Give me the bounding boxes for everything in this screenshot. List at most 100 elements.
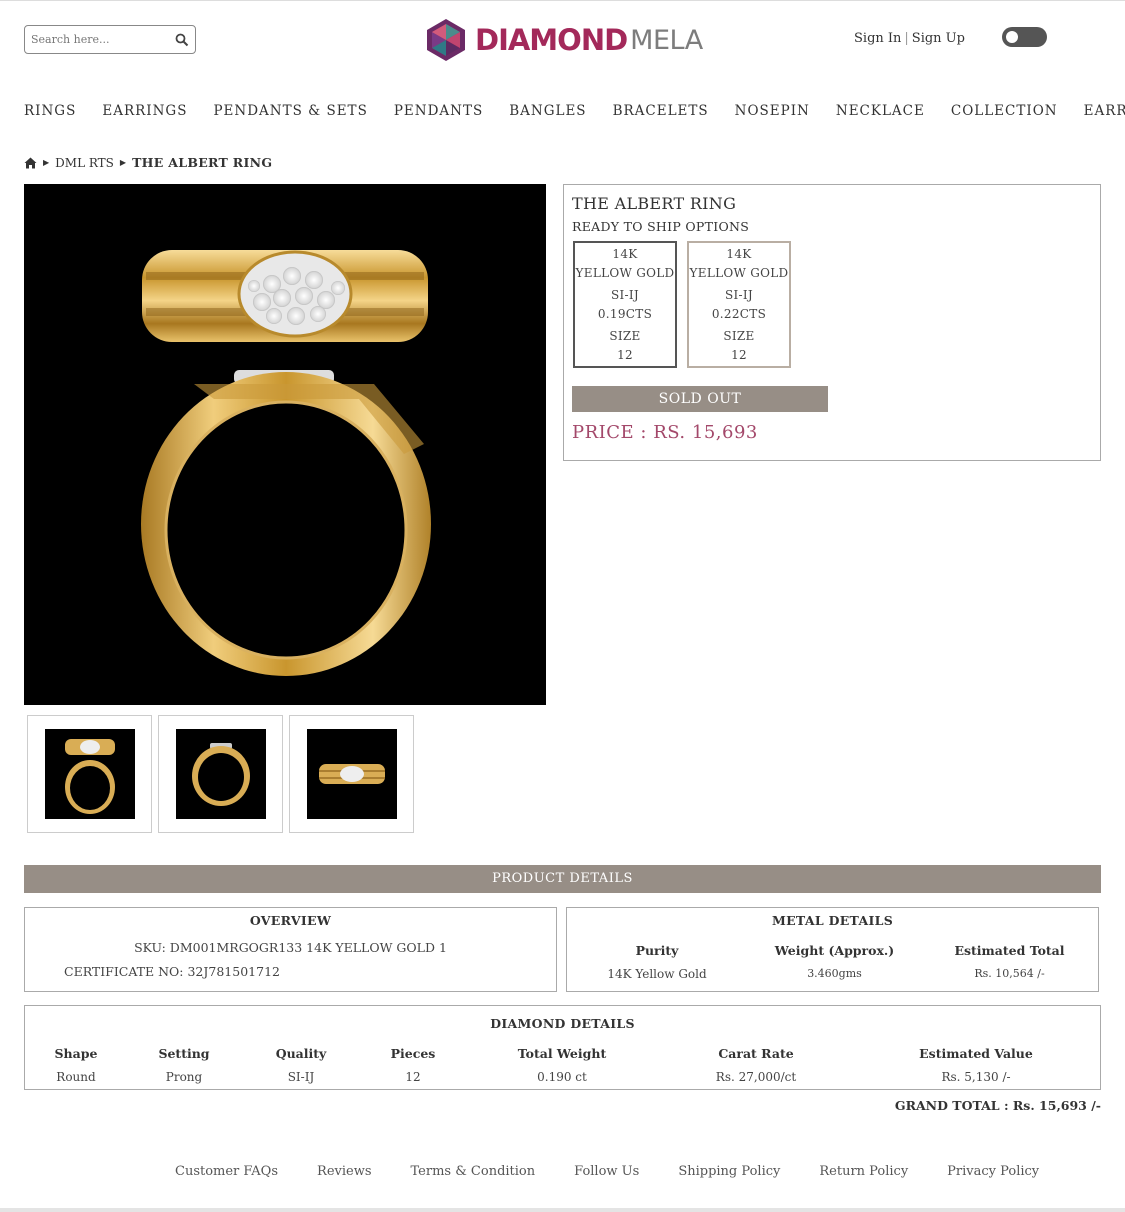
option-karat: 14K	[726, 247, 752, 261]
cell-value: 0.190 ct	[537, 1070, 587, 1084]
nav-item-necklace[interactable]: NECKLACE	[836, 103, 925, 119]
diamond-col-estimated-value: Estimated Value Rs. 5,130 /-	[906, 1046, 1046, 1084]
product-details-header: PRODUCT DETAILS	[24, 865, 1101, 893]
option-size-label: SIZE	[723, 329, 755, 343]
column-header: Weight (Approx.)	[774, 943, 895, 958]
breadcrumb-link-dml-rts[interactable]: DML RTS	[55, 156, 114, 170]
thumbnail-2[interactable]	[158, 715, 283, 833]
diamond-details-panel: DIAMOND DETAILS Shape Round Setting Pron…	[24, 1005, 1101, 1090]
metal-col-weight: Weight (Approx.) 3.460gms	[762, 943, 907, 980]
option-karat: 14K	[612, 247, 638, 261]
footer-link-shipping[interactable]: Shipping Policy	[678, 1164, 780, 1179]
sign-in-link[interactable]: Sign In	[854, 31, 901, 46]
ship-option-1[interactable]: 14K YELLOW GOLD SI-IJ 0.19CTS SIZE 12	[573, 241, 677, 368]
cell-value: Rs. 10,564 /-	[974, 967, 1045, 980]
logo-text-primary: DIAMOND	[475, 23, 628, 57]
diamond-col-pieces: Pieces 12	[373, 1046, 453, 1084]
nav-item-rings[interactable]: RINGS	[24, 103, 76, 119]
thumbnail-image	[307, 729, 397, 819]
ready-to-ship-label: READY TO SHIP OPTIONS	[572, 219, 750, 234]
diamond-col-carat-rate: Carat Rate Rs. 27,000/ct	[691, 1046, 821, 1084]
main-nav: RINGS EARRINGS PENDANTS & SETS PENDANTS …	[24, 103, 1125, 119]
thumbnail-image	[176, 729, 266, 819]
home-icon[interactable]	[24, 157, 37, 169]
search-input[interactable]	[31, 33, 161, 46]
footer-link-return[interactable]: Return Policy	[819, 1164, 908, 1179]
cell-value: Rs. 5,130 /-	[941, 1070, 1011, 1084]
option-quality: SI-IJ	[610, 288, 640, 302]
cell-value: Rs. 27,000/ct	[715, 1070, 797, 1084]
option-carats: 0.19CTS	[597, 307, 653, 321]
toggle-knob	[1006, 31, 1018, 43]
option-size: 12	[731, 348, 747, 362]
nav-item-bangles[interactable]: BANGLES	[509, 103, 586, 119]
thumbnail-1[interactable]	[27, 715, 152, 833]
auth-links: Sign In | Sign Up	[854, 31, 965, 46]
cell-value: 3.460gms	[807, 967, 862, 980]
column-header: Quality	[275, 1046, 327, 1061]
column-header: Purity	[635, 943, 679, 958]
cell-value: Prong	[165, 1070, 203, 1084]
diamond-col-quality: Quality SI-IJ	[261, 1046, 341, 1084]
metal-details-panel: METAL DETAILS Purity 14K Yellow Gold Wei…	[566, 907, 1099, 992]
certificate-number: CERTIFICATE NO: 32J781501712	[64, 964, 280, 979]
cell-value: Round	[56, 1070, 96, 1084]
thumbnail-3[interactable]	[289, 715, 414, 833]
column-header: Shape	[54, 1046, 98, 1061]
footer-link-privacy[interactable]: Privacy Policy	[947, 1164, 1039, 1179]
column-header: Estimated Value	[919, 1046, 1033, 1061]
nav-item-pendants[interactable]: PENDANTS	[394, 103, 483, 119]
cell-value: SI-IJ	[287, 1070, 315, 1084]
column-header: Pieces	[390, 1046, 436, 1061]
column-header: Setting	[158, 1046, 210, 1061]
search-box[interactable]	[24, 25, 196, 54]
column-header: Carat Rate	[718, 1046, 794, 1061]
metal-col-purity: Purity 14K Yellow Gold	[587, 943, 727, 981]
sign-up-link[interactable]: Sign Up	[912, 31, 965, 46]
footer-link-reviews[interactable]: Reviews	[317, 1164, 371, 1179]
column-header: Estimated Total	[954, 943, 1065, 958]
metal-details-heading: METAL DETAILS	[771, 913, 894, 928]
diamond-col-shape: Shape Round	[36, 1046, 116, 1084]
bottom-border	[0, 1208, 1125, 1212]
nav-item-bracelets[interactable]: BRACELETS	[613, 103, 709, 119]
sold-out-button[interactable]: SOLD OUT	[572, 386, 828, 412]
grand-total: GRAND TOTAL : Rs. 15,693 /-	[894, 1098, 1101, 1113]
ship-option-2[interactable]: 14K YELLOW GOLD SI-IJ 0.22CTS SIZE 12	[687, 241, 791, 368]
product-price: PRICE : RS. 15,693	[572, 422, 758, 443]
thumbnail-image	[45, 729, 135, 819]
logo-text-secondary: MELA	[630, 24, 703, 56]
option-size: 12	[617, 348, 633, 362]
nav-item-pendants-sets[interactable]: PENDANTS & SETS	[213, 103, 367, 119]
nav-item-nosepin[interactable]: NOSEPIN	[735, 103, 810, 119]
nav-item-earring[interactable]: EARRING	[1084, 103, 1125, 119]
diamond-col-setting: Setting Prong	[144, 1046, 224, 1084]
top-border	[0, 0, 1125, 1]
diamond-logo-icon	[427, 19, 465, 61]
footer-link-terms[interactable]: Terms & Condition	[411, 1164, 536, 1179]
option-quality: SI-IJ	[724, 288, 754, 302]
breadcrumb-arrow-icon: ▶	[43, 158, 50, 167]
ring-illustration	[141, 250, 431, 676]
auth-separator: |	[904, 31, 909, 46]
breadcrumb-arrow-icon: ▶	[119, 158, 127, 167]
theme-toggle[interactable]	[1002, 27, 1047, 47]
option-metal: YELLOW GOLD	[689, 266, 789, 280]
overview-panel: OVERVIEW SKU: DM001MRGOGR133 14K YELLOW …	[24, 907, 557, 992]
breadcrumb: ▶ DML RTS ▶ THE ALBERT RING	[24, 155, 272, 170]
search-icon[interactable]	[175, 33, 189, 47]
breadcrumb-current: THE ALBERT RING	[132, 155, 273, 170]
site-logo[interactable]: DIAMOND MELA	[423, 15, 703, 65]
column-header: Total Weight	[517, 1046, 607, 1061]
footer-link-faqs[interactable]: Customer FAQs	[175, 1164, 278, 1179]
nav-item-collection[interactable]: COLLECTION	[951, 103, 1058, 119]
metal-col-estimated-total: Estimated Total Rs. 10,564 /-	[942, 943, 1077, 980]
sku-text: SKU: DM001MRGOGR133 14K YELLOW GOLD 1	[134, 940, 447, 955]
product-main-image[interactable]	[24, 184, 546, 705]
option-metal: YELLOW GOLD	[575, 266, 675, 280]
option-size-label: SIZE	[609, 329, 641, 343]
footer-link-follow-us[interactable]: Follow Us	[574, 1164, 639, 1179]
product-info-panel: THE ALBERT RING READY TO SHIP OPTIONS 14…	[563, 184, 1101, 461]
nav-item-earrings[interactable]: EARRINGS	[102, 103, 187, 119]
cell-value: 12	[405, 1070, 421, 1084]
